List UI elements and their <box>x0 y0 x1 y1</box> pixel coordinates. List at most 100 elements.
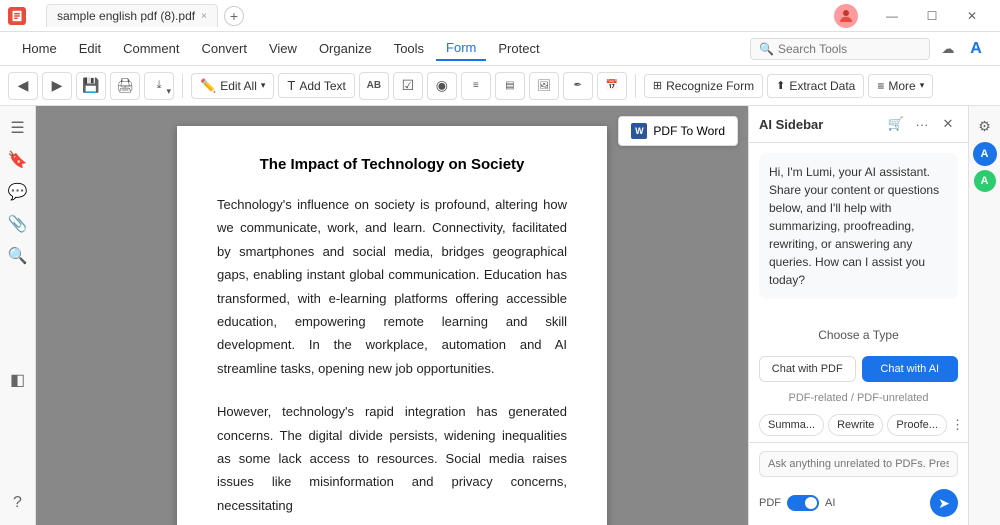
more-label: More <box>888 79 915 93</box>
add-text-icon: T <box>287 78 295 93</box>
menu-form[interactable]: Form <box>436 36 486 61</box>
download-button[interactable]: ⤓ ▾ <box>144 72 174 100</box>
ai-more-icon[interactable]: ··· <box>912 114 932 134</box>
menubar: Home Edit Comment Convert View Organize … <box>0 32 1000 66</box>
ai-pdf-related-label: PDF-related / PDF-unrelated <box>749 388 968 408</box>
right-settings-icon[interactable]: ⚙ <box>973 114 997 138</box>
ai-header-icons: 🛒 ··· ✕ <box>886 114 958 134</box>
ai-summarize-button[interactable]: Summa... <box>759 414 824 436</box>
sidebar-search-icon[interactable]: 🔍 <box>4 242 32 270</box>
sidebar-thumbnail-icon[interactable]: ☰ <box>4 114 32 142</box>
ai-badge-icon[interactable]: A <box>964 37 988 61</box>
listbox-icon-btn[interactable]: ≡ <box>461 72 491 100</box>
pdf-title: The Impact of Technology on Society <box>217 156 567 173</box>
menu-edit[interactable]: Edit <box>69 37 111 60</box>
pdf-to-word-button[interactable]: W PDF To Word <box>618 116 738 146</box>
pdf-viewer[interactable]: W PDF To Word The Impact of Technology o… <box>36 106 748 525</box>
ai-action-row: Summa... Rewrite Proofe... ⋮ <box>749 408 968 442</box>
main-content: ☰ 🔖 💬 📎 🔍 ◧ ? W PDF To Word The Impact o… <box>0 106 1000 525</box>
menu-tools[interactable]: Tools <box>384 37 434 60</box>
more-button[interactable]: ≡ More ▾ <box>868 74 933 98</box>
minimize-button[interactable]: — <box>872 0 912 32</box>
left-sidebar: ☰ 🔖 💬 📎 🔍 ◧ ? <box>0 106 36 525</box>
toolbar-divider-1 <box>182 74 183 98</box>
more-icon: ≡ <box>877 79 884 93</box>
save-button[interactable]: 💾 <box>76 72 106 100</box>
titlebar: sample english pdf (8).pdf × + — ☐ ✕ <box>0 0 1000 32</box>
edit-all-button[interactable]: ✏️ Edit All ▾ <box>191 73 274 99</box>
ai-sidebar: AI Sidebar 🛒 ··· ✕ Hi, I'm Lumi, your AI… <box>748 106 968 525</box>
sidebar-annotation-icon[interactable]: 💬 <box>4 178 32 206</box>
sidebar-help-icon[interactable]: ? <box>4 489 32 517</box>
right-ai-green-icon[interactable]: A <box>974 170 996 192</box>
menu-view[interactable]: View <box>259 37 307 60</box>
new-tab-button[interactable]: + <box>224 6 244 26</box>
pdf-body: Technology's influence on society is pro… <box>217 193 567 517</box>
extract-data-button[interactable]: ⬆ Extract Data <box>767 74 864 98</box>
ai-pdf-ai-toggle[interactable] <box>787 495 819 511</box>
toggle-slider <box>787 495 819 511</box>
menu-home[interactable]: Home <box>12 37 67 60</box>
edit-all-label: Edit All <box>220 79 257 93</box>
ai-pdf-toggle-label: PDF <box>759 497 781 509</box>
extract-icon: ⬆ <box>776 79 785 92</box>
sidebar-bookmark-icon[interactable]: 🔖 <box>4 146 32 174</box>
menu-organize[interactable]: Organize <box>309 37 382 60</box>
menu-convert[interactable]: Convert <box>191 37 257 60</box>
close-button[interactable]: ✕ <box>952 0 992 32</box>
chat-with-ai-button[interactable]: Chat with AI <box>862 356 959 382</box>
form-toolbar: ◀ ▶ 💾 🖨 ⤓ ▾ ✏️ Edit All ▾ T Add Text AB … <box>0 66 1000 106</box>
print-button[interactable]: 🖨 <box>110 72 140 100</box>
dropdown-icon-btn[interactable]: ▤ <box>495 72 525 100</box>
add-text-button[interactable]: T Add Text <box>278 73 354 98</box>
ai-close-icon[interactable]: ✕ <box>938 114 958 134</box>
toolbar-divider-2 <box>635 74 636 98</box>
pdf-to-word-label: PDF To Word <box>653 124 725 138</box>
search-tools-input[interactable] <box>778 42 921 56</box>
ai-welcome-message: Hi, I'm Lumi, your AI assistant. Share y… <box>759 153 958 299</box>
right-ai-blue-icon[interactable]: A <box>973 142 997 166</box>
ai-cart-icon[interactable]: 🛒 <box>886 114 906 134</box>
edit-icon: ✏️ <box>200 78 216 94</box>
cloud-icon[interactable]: ☁ <box>936 37 960 61</box>
more-arrow: ▾ <box>920 80 925 91</box>
nav-back-button[interactable]: ◀ <box>8 72 38 100</box>
active-tab[interactable]: sample english pdf (8).pdf × <box>46 4 218 27</box>
radio-icon-btn[interactable]: ◉ <box>427 72 457 100</box>
date-icon-btn[interactable]: 📅 <box>597 72 627 100</box>
search-tools-container[interactable]: 🔍 <box>750 38 930 60</box>
nav-forward-button[interactable]: ▶ <box>42 72 72 100</box>
ai-chat-area[interactable]: Hi, I'm Lumi, your AI assistant. Share y… <box>749 143 968 320</box>
sidebar-layers-icon[interactable]: ◧ <box>4 366 32 394</box>
ai-chat-input[interactable] <box>759 451 958 477</box>
dropdown-arrow: ▾ <box>261 80 266 91</box>
ai-rewrite-button[interactable]: Rewrite <box>828 414 883 436</box>
ai-sidebar-title: AI Sidebar <box>759 117 886 132</box>
app-icon <box>8 7 26 25</box>
recognize-form-button[interactable]: ⊞ Recognize Form <box>644 74 763 98</box>
sidebar-attachment-icon[interactable]: 📎 <box>4 210 32 238</box>
text-field-icon-btn[interactable]: AB <box>359 72 389 100</box>
menu-comment[interactable]: Comment <box>113 37 189 60</box>
ai-send-button[interactable]: ➤ <box>930 489 958 517</box>
right-mini-sidebar: ⚙ A A <box>968 106 1000 525</box>
ai-action-more-icon[interactable]: ⋮ <box>951 415 964 435</box>
signature-icon-btn[interactable]: ✒ <box>563 72 593 100</box>
pdf-paragraph-2: However, technology's rapid integration … <box>217 400 567 517</box>
pdf-page: The Impact of Technology on Society Tech… <box>177 126 607 525</box>
tab-bar: sample english pdf (8).pdf × <box>42 4 218 27</box>
pdf-paragraph-1: Technology's influence on society is pro… <box>217 193 567 380</box>
ai-choose-type-label: Choose a Type <box>749 320 968 350</box>
ai-sidebar-header: AI Sidebar 🛒 ··· ✕ <box>749 106 968 143</box>
ai-toggle-row: PDF AI ➤ <box>749 485 968 525</box>
menu-protect[interactable]: Protect <box>488 37 549 60</box>
add-text-label: Add Text <box>299 79 345 93</box>
maximize-button[interactable]: ☐ <box>912 0 952 32</box>
recognize-form-label: Recognize Form <box>666 79 754 93</box>
checkbox-icon-btn[interactable]: ☑ <box>393 72 423 100</box>
tab-close-icon[interactable]: × <box>201 11 207 22</box>
image-icon-btn[interactable]: 🖼 <box>529 72 559 100</box>
ai-proofread-button[interactable]: Proofe... <box>887 414 947 436</box>
chat-with-pdf-button[interactable]: Chat with PDF <box>759 356 856 382</box>
ai-input-area <box>749 442 968 485</box>
